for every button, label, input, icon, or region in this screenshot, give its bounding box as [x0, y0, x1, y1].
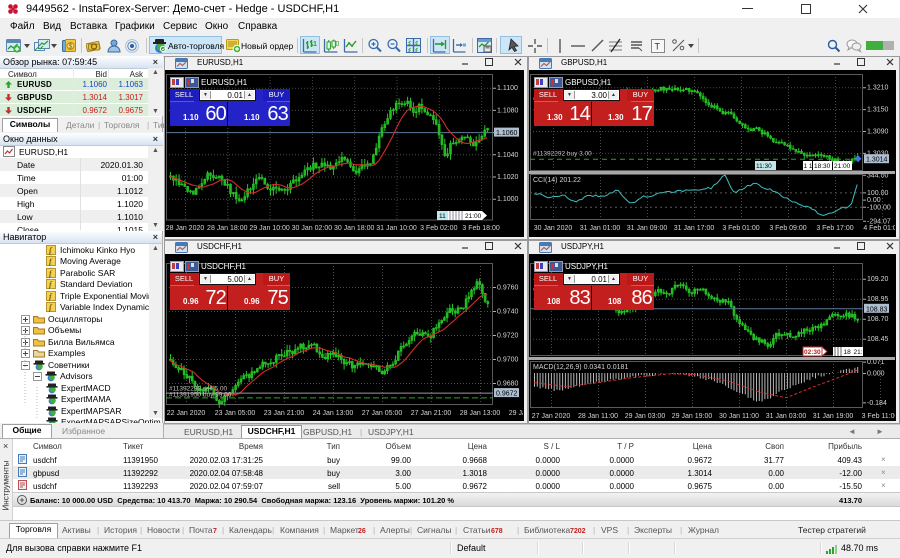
svg-text:31 Jan 01:00: 31 Jan 01:00: [580, 225, 621, 232]
svg-text:1.3090: 1.3090: [867, 129, 889, 136]
svg-text:0.000: 0.000: [867, 371, 885, 378]
svg-text:#11391950 buy 99.00: #11391950 buy 99.00: [169, 391, 232, 398]
svg-text:MACD(12,26,9) 0.0341 0.0181: MACD(12,26,9) 0.0341 0.0181: [533, 364, 628, 371]
svg-text:31 Jan 19:00: 31 Jan 19:00: [813, 413, 854, 420]
svg-text:0.9740: 0.9740: [497, 309, 519, 316]
svg-text:29 Jan 03:00: 29 Jan 03:00: [625, 413, 666, 420]
svg-text:29 Jan 05:00: 29 Jan 05:00: [509, 410, 523, 417]
svg-text:29 Jan 19:00: 29 Jan 19:00: [672, 413, 713, 420]
svg-text:27 Jan 2020: 27 Jan 2020: [532, 413, 571, 420]
svg-text:3 Feb 09:00: 3 Feb 09:00: [769, 225, 806, 232]
svg-text:0.9720: 0.9720: [497, 333, 519, 340]
svg-text:0.9760: 0.9760: [497, 285, 519, 292]
svg-text:108.83: 108.83: [866, 306, 888, 313]
svg-text:1.1060: 1.1060: [496, 130, 518, 137]
svg-text:108.70: 108.70: [867, 316, 889, 323]
svg-text:1.3014: 1.3014: [866, 157, 888, 164]
svg-text:1.3150: 1.3150: [867, 107, 889, 114]
svg-text:1 1: 1 1: [804, 163, 813, 170]
svg-text:28 Jan 18:00: 28 Jan 18:00: [207, 225, 248, 232]
svg-text:0.9700: 0.9700: [497, 357, 519, 364]
svg-text:109.20: 109.20: [867, 276, 889, 283]
svg-text:18: 18: [844, 349, 852, 356]
svg-text:0.9680: 0.9680: [497, 381, 519, 388]
svg-text:28 Jan 11:00: 28 Jan 11:00: [578, 413, 618, 420]
svg-text:1.1080: 1.1080: [497, 107, 519, 114]
svg-text:3 Feb 11:00: 3 Feb 11:00: [862, 413, 895, 420]
svg-text:4 Feb 01:00: 4 Feb 01:00: [863, 225, 895, 232]
svg-text:30 Jan 11:00: 30 Jan 11:00: [719, 413, 759, 420]
svg-text:31 Jan 09:00: 31 Jan 09:00: [627, 225, 668, 232]
svg-text:21:00: 21:00: [834, 163, 851, 170]
svg-text:27 Jan 05:00: 27 Jan 05:00: [362, 410, 403, 417]
svg-text:21:00: 21:00: [465, 213, 482, 220]
svg-text:1.1020: 1.1020: [497, 174, 519, 181]
svg-text:3 Feb 17:00: 3 Feb 17:00: [816, 225, 853, 232]
svg-text:100.00: 100.00: [867, 190, 889, 197]
svg-text:3 Feb 01:00: 3 Feb 01:00: [722, 225, 759, 232]
svg-text:0.9672: 0.9672: [496, 391, 518, 398]
svg-text:#11392292 buy 3.00: #11392292 buy 3.00: [533, 151, 592, 158]
svg-text:30 Jan 2020: 30 Jan 2020: [534, 225, 573, 232]
svg-text:11:30: 11:30: [756, 163, 772, 170]
svg-text:-100.00: -100.00: [867, 204, 891, 211]
svg-text:31 Jan 10:00: 31 Jan 10:00: [376, 225, 417, 232]
svg-text:$: $: [69, 44, 73, 51]
svg-text:23 Jan 21:00: 23 Jan 21:00: [264, 410, 305, 417]
svg-text:3 Feb 18:00: 3 Feb 18:00: [462, 225, 499, 232]
svg-text:31 Jan 17:00: 31 Jan 17:00: [674, 225, 715, 232]
svg-text:27 Jan 21:00: 27 Jan 21:00: [411, 410, 452, 417]
svg-text:CCI(14) 201.22: CCI(14) 201.22: [533, 177, 581, 184]
svg-text:23 Jan 05:00: 23 Jan 05:00: [215, 410, 256, 417]
svg-text:18:30: 18:30: [814, 163, 831, 170]
svg-text:30 Jan 02:00: 30 Jan 02:00: [292, 225, 333, 232]
svg-text:1: 1: [313, 41, 317, 48]
svg-text:0.00: 0.00: [867, 197, 881, 204]
svg-text:T: T: [655, 42, 661, 52]
svg-text:1.3210: 1.3210: [867, 85, 889, 92]
svg-text:-0.184: -0.184: [867, 400, 887, 407]
svg-text:30 Jan 18:00: 30 Jan 18:00: [334, 225, 375, 232]
svg-text:1.1100: 1.1100: [497, 85, 518, 92]
svg-text:21:: 21:: [854, 349, 863, 356]
svg-text:3 Feb 02:00: 3 Feb 02:00: [420, 225, 457, 232]
svg-text:0.071: 0.071: [867, 359, 885, 366]
svg-text:108.45: 108.45: [867, 336, 889, 343]
svg-text:02:30: 02:30: [804, 349, 821, 356]
svg-text:108.95: 108.95: [867, 296, 889, 303]
svg-text:31 Jan 03:00: 31 Jan 03:00: [766, 413, 807, 420]
svg-text:11: 11: [439, 213, 446, 220]
svg-text:1.1040: 1.1040: [497, 152, 519, 159]
svg-text:22 Jan 2020: 22 Jan 2020: [167, 410, 206, 417]
svg-text:0: 0: [336, 41, 340, 48]
svg-text:28 Jan 13:00: 28 Jan 13:00: [460, 410, 501, 417]
svg-text:29 Jan 10:00: 29 Jan 10:00: [249, 225, 290, 232]
svg-text:24 Jan 13:00: 24 Jan 13:00: [313, 410, 354, 417]
svg-text:1.1000: 1.1000: [497, 196, 519, 203]
svg-text:28 Jan 2020: 28 Jan 2020: [166, 225, 205, 232]
